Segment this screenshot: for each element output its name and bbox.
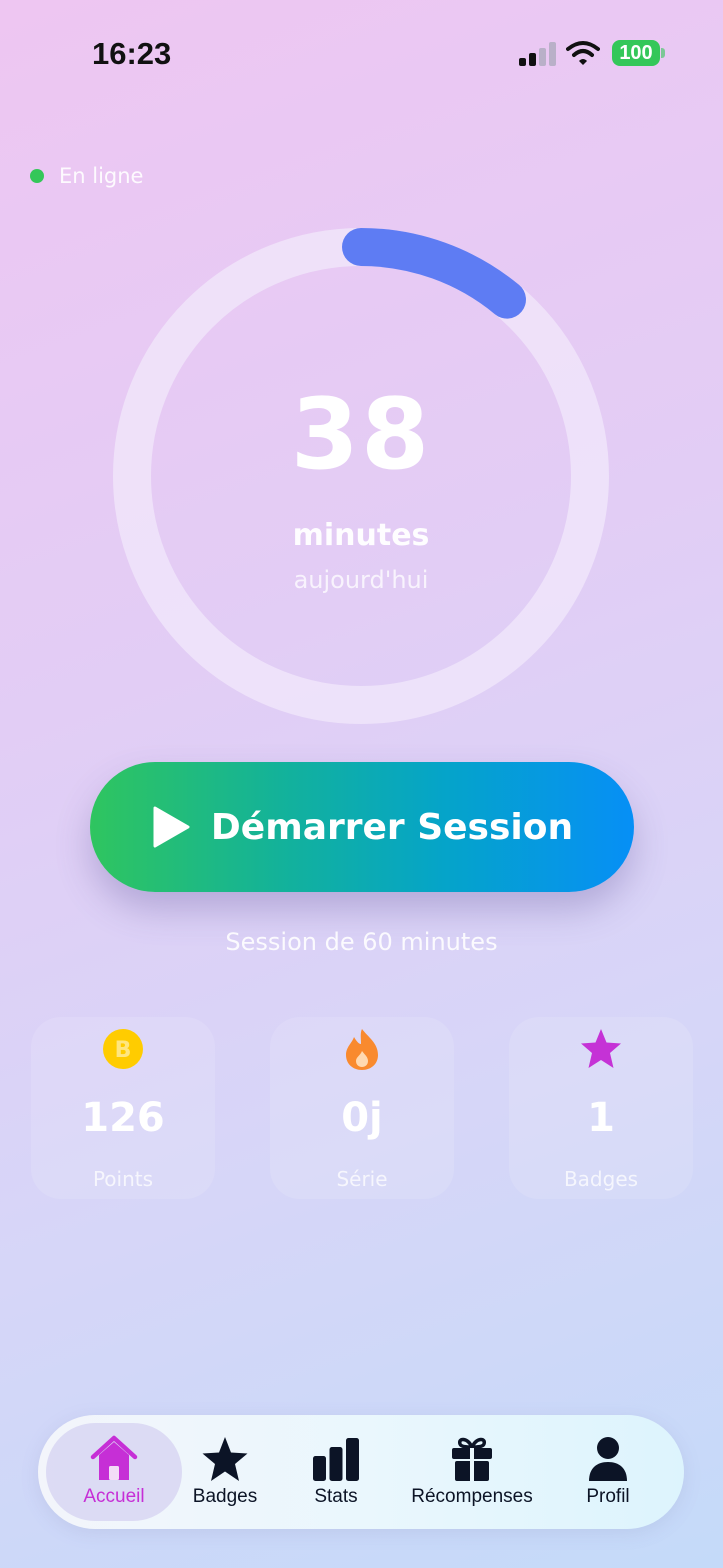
tab-stats-label: Stats bbox=[314, 1486, 358, 1507]
tab-profil[interactable]: Profil bbox=[568, 1423, 648, 1521]
badges-value: 1 bbox=[587, 1095, 615, 1141]
streak-value: 0j bbox=[341, 1095, 383, 1141]
minutes-value: 38 bbox=[290, 378, 432, 492]
status-time: 16:23 bbox=[92, 36, 172, 71]
tab-stats[interactable]: Stats bbox=[294, 1423, 378, 1521]
badges-label: Badges bbox=[563, 1167, 639, 1191]
tab-recompenses-label: Récompenses bbox=[411, 1486, 533, 1507]
start-session-button[interactable]: Démarrer Session bbox=[90, 762, 634, 892]
points-value: 126 bbox=[81, 1095, 165, 1141]
home-icon bbox=[90, 1435, 138, 1480]
status-bar: 16:23 100 bbox=[0, 0, 723, 100]
online-dot-icon bbox=[30, 169, 44, 183]
stat-card-badges: 1 Badges bbox=[509, 1017, 693, 1199]
bitcoin-coin-icon: B bbox=[103, 1029, 143, 1069]
play-icon bbox=[153, 806, 190, 848]
minutes-unit: minutes bbox=[292, 518, 430, 553]
tab-accueil[interactable]: Accueil bbox=[46, 1423, 182, 1521]
connection-label: En ligne bbox=[59, 164, 144, 188]
svg-text:B: B bbox=[115, 1038, 132, 1063]
gift-icon bbox=[452, 1437, 492, 1481]
flame-icon bbox=[346, 1029, 378, 1070]
points-label: Points bbox=[92, 1167, 154, 1191]
star-icon bbox=[581, 1029, 621, 1068]
daily-progress-ring: 38 minutes aujourd'hui bbox=[113, 228, 609, 724]
wifi-icon bbox=[566, 41, 600, 65]
battery-icon: 100 bbox=[612, 40, 660, 66]
streak-label: Série bbox=[336, 1167, 388, 1191]
stat-card-streak: 0j Série bbox=[270, 1017, 454, 1199]
battery-tip bbox=[661, 48, 665, 58]
period-label: aujourd'hui bbox=[293, 566, 429, 594]
tab-badges-label: Badges bbox=[192, 1486, 258, 1507]
person-icon bbox=[589, 1437, 627, 1481]
bar-chart-icon bbox=[313, 1438, 359, 1481]
tab-accueil-label: Accueil bbox=[83, 1486, 145, 1507]
cellular-signal-icon bbox=[519, 42, 556, 66]
start-session-label: Démarrer Session bbox=[210, 806, 574, 848]
connection-status: En ligne bbox=[30, 164, 143, 188]
bottom-tab-bar: Accueil Badges Stats Récompenses Profil bbox=[38, 1415, 684, 1529]
star-icon bbox=[202, 1437, 248, 1481]
tab-profil-label: Profil bbox=[586, 1486, 630, 1507]
session-duration-note: Session de 60 minutes bbox=[225, 928, 498, 956]
stat-card-points: B 126 Points bbox=[31, 1017, 215, 1199]
tab-recompenses[interactable]: Récompenses bbox=[406, 1423, 538, 1521]
tab-badges[interactable]: Badges bbox=[184, 1423, 266, 1521]
